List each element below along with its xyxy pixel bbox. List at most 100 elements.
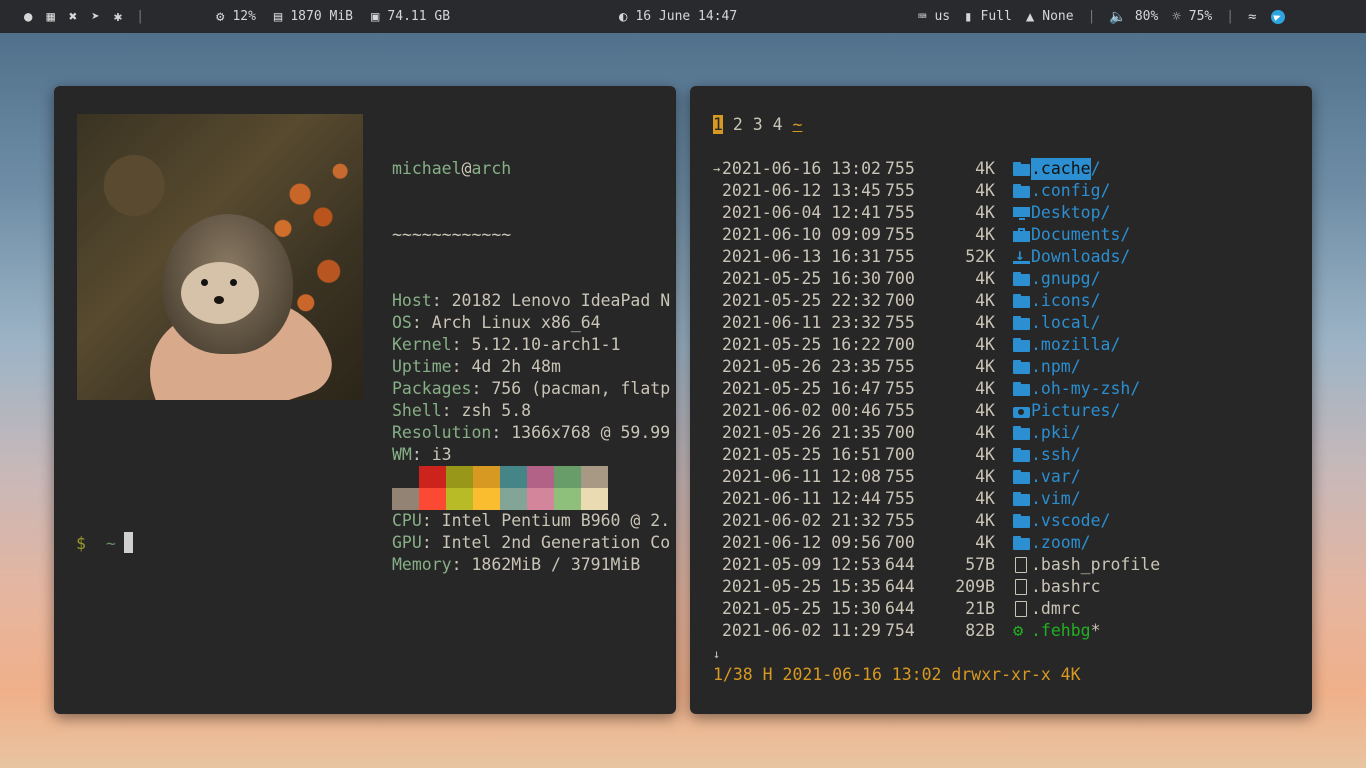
file-row[interactable]: 2021-06-02 00:46 755 4K Pictures /	[713, 400, 1303, 422]
file-size: 4K	[975, 467, 995, 486]
file-perm: 755	[885, 203, 915, 222]
file-perm: 755	[885, 181, 915, 200]
file-name-cell: .zoom /	[995, 532, 1091, 554]
shell-prompt[interactable]: $ ~	[76, 532, 133, 555]
file-row[interactable]: 2021-06-04 12:41 755 4K Desktop /	[713, 202, 1303, 224]
screen-mode: ▲ None	[1025, 8, 1074, 25]
file-row[interactable]: 2021-05-25 15:35 644 209B .bashrc	[713, 576, 1303, 598]
terminal-icon[interactable]: ▦	[46, 10, 54, 24]
palette-swatch	[446, 488, 473, 510]
file-name: .fehbg	[1031, 621, 1091, 640]
file-row[interactable]: 2021-05-26 21:35 700 4K .pki /	[713, 422, 1303, 444]
file-row[interactable]: 2021-05-09 12:53 644 57B .bash_profile	[713, 554, 1303, 576]
file-name-cell: .config /	[995, 180, 1110, 202]
file-name-cell: .gnupg /	[995, 268, 1101, 290]
file-name: .local	[1031, 313, 1091, 332]
more-indicator: ↓	[713, 647, 721, 661]
file-perm: 644	[885, 555, 915, 574]
file-date: 2021-06-12 09:56	[722, 533, 881, 552]
file-row[interactable]: 2021-06-12 13:45 755 4K .config /	[713, 180, 1303, 202]
cursor-arrow	[713, 598, 722, 620]
brightness-icon: ☼	[1172, 8, 1181, 25]
screen-icon: ▲	[1025, 8, 1035, 25]
tab-4[interactable]: 4	[773, 115, 783, 134]
file-name: .icons	[1031, 291, 1091, 310]
volume[interactable]: 🔈 80%	[1109, 9, 1158, 24]
keyboard-icon: ⌨	[918, 8, 927, 25]
file-name-cell: Desktop /	[995, 202, 1110, 224]
folder-icon	[1013, 359, 1031, 375]
file-suffix: /	[1070, 467, 1081, 486]
asterisk-icon[interactable]: ✱	[114, 10, 122, 24]
tab-3[interactable]: 3	[753, 115, 763, 134]
file-name: .dmrc	[1031, 599, 1081, 618]
file-suffix: /	[1070, 357, 1081, 376]
file-row[interactable]: 2021-06-02 11:2975482B.fehbg*	[713, 620, 1303, 642]
keyboard-layout[interactable]: ⌨ us	[918, 9, 950, 24]
file-name: Desktop	[1031, 203, 1101, 222]
file-date: 2021-06-11 12:08	[722, 467, 881, 486]
briefcase-icon	[1013, 227, 1031, 243]
file-suffix: /	[1090, 291, 1101, 310]
info-value: : zsh 5.8	[441, 401, 532, 420]
file-row[interactable]: 2021-06-11 23:32 755 4K .local /	[713, 312, 1303, 334]
file-name-cell: .oh-my-zsh /	[995, 378, 1140, 400]
launcher-group: ● ▦ ✖ ➤ ✱ |	[24, 0, 144, 33]
file-perm: 700	[885, 335, 915, 354]
file-row[interactable]: 2021-05-25 15:30 644 21B .dmrc	[713, 598, 1303, 620]
file-row[interactable]: 2021-06-11 12:08 755 4K .var /	[713, 466, 1303, 488]
info-line: OS: Arch Linux x86_64	[392, 312, 672, 334]
folder-icon	[1013, 447, 1031, 463]
file-row[interactable]: 2021-05-25 22:32 700 4K .icons /	[713, 290, 1303, 312]
clock-text: 16 June 14:47	[635, 9, 738, 24]
palette-swatch	[554, 488, 581, 510]
file-date: 2021-06-11 23:32	[722, 313, 881, 332]
file-suffix: /	[1070, 423, 1081, 442]
cursor-arrow	[713, 268, 722, 290]
file-name-cell: .bashrc	[995, 576, 1101, 598]
telegram-icon[interactable]	[1270, 9, 1285, 24]
tab-2[interactable]: 2	[733, 115, 743, 134]
tools-icon[interactable]: ✖	[69, 10, 77, 24]
info-value: : Intel Pentium B960 @ 2.	[421, 511, 671, 530]
file-row[interactable]: → 2021-06-16 13:02 755 4K .cache /	[713, 158, 1303, 180]
cursor-arrow	[713, 554, 722, 576]
file-row[interactable]: 2021-06-10 09:09 755 4K Documents /	[713, 224, 1303, 246]
tab-home[interactable]: ~	[793, 115, 803, 134]
file-date: 2021-05-26 23:35	[722, 357, 881, 376]
info-key: Uptime	[392, 357, 452, 376]
status-line: 1/38 H 2021-06-16 13:02 drwxr-xr-x 4K	[713, 665, 1081, 684]
file-row[interactable]: 2021-05-25 16:30 700 4K .gnupg /	[713, 268, 1303, 290]
terminal-window[interactable]: michael@arch ~~~~~~~~~~~~ Host: 20182 Le…	[54, 86, 676, 714]
info-key: GPU	[392, 533, 422, 552]
cursor-arrow	[713, 422, 722, 444]
info-line: CPU: Intel Pentium B960 @ 2.	[392, 510, 672, 532]
file-name-cell: Downloads/	[995, 244, 1130, 268]
neofetch-info: michael@arch ~~~~~~~~~~~~ Host: 20182 Le…	[392, 114, 672, 620]
cursor-arrow	[713, 510, 722, 532]
brightness[interactable]: ☼ 75%	[1172, 9, 1212, 24]
file-row[interactable]: 2021-06-13 16:3175552KDownloads/	[713, 244, 1303, 268]
file-name-cell: .npm /	[995, 356, 1081, 378]
wifi-icon[interactable]: ≈	[1248, 10, 1256, 24]
tab-1[interactable]: 1	[713, 115, 723, 134]
file-size: 4K	[975, 379, 995, 398]
file-manager-window[interactable]: 1 2 3 4 ~ → 2021-06-16 13:02 755 4K .cache/2…	[690, 86, 1312, 714]
file-row[interactable]: 2021-06-11 12:44 755 4K .vim /	[713, 488, 1303, 510]
file-row[interactable]: 2021-05-25 16:47 755 4K .oh-my-zsh /	[713, 378, 1303, 400]
info-value: : 4d 2h 48m	[451, 357, 561, 376]
file-row[interactable]: 2021-05-25 16:51 700 4K .ssh /	[713, 444, 1303, 466]
info-value: : 5.12.10-arch1-1	[451, 335, 621, 354]
file-row[interactable]: 2021-05-25 16:22 700 4K .mozilla /	[713, 334, 1303, 356]
firefox-icon[interactable]: ●	[24, 10, 32, 24]
file-row[interactable]: 2021-05-26 23:35 755 4K .npm /	[713, 356, 1303, 378]
file-perm: 755	[885, 467, 915, 486]
file-row[interactable]: 2021-06-12 09:56 700 4K .zoom /	[713, 532, 1303, 554]
cursor-arrow	[713, 224, 722, 246]
file-row[interactable]: 2021-06-02 21:32 755 4K .vscode /	[713, 510, 1303, 532]
palette-swatch	[473, 488, 500, 510]
palette-swatch	[581, 466, 608, 488]
info-key: OS	[392, 313, 412, 332]
send-icon[interactable]: ➤	[91, 10, 99, 24]
file-name-cell: Pictures /	[995, 400, 1120, 422]
